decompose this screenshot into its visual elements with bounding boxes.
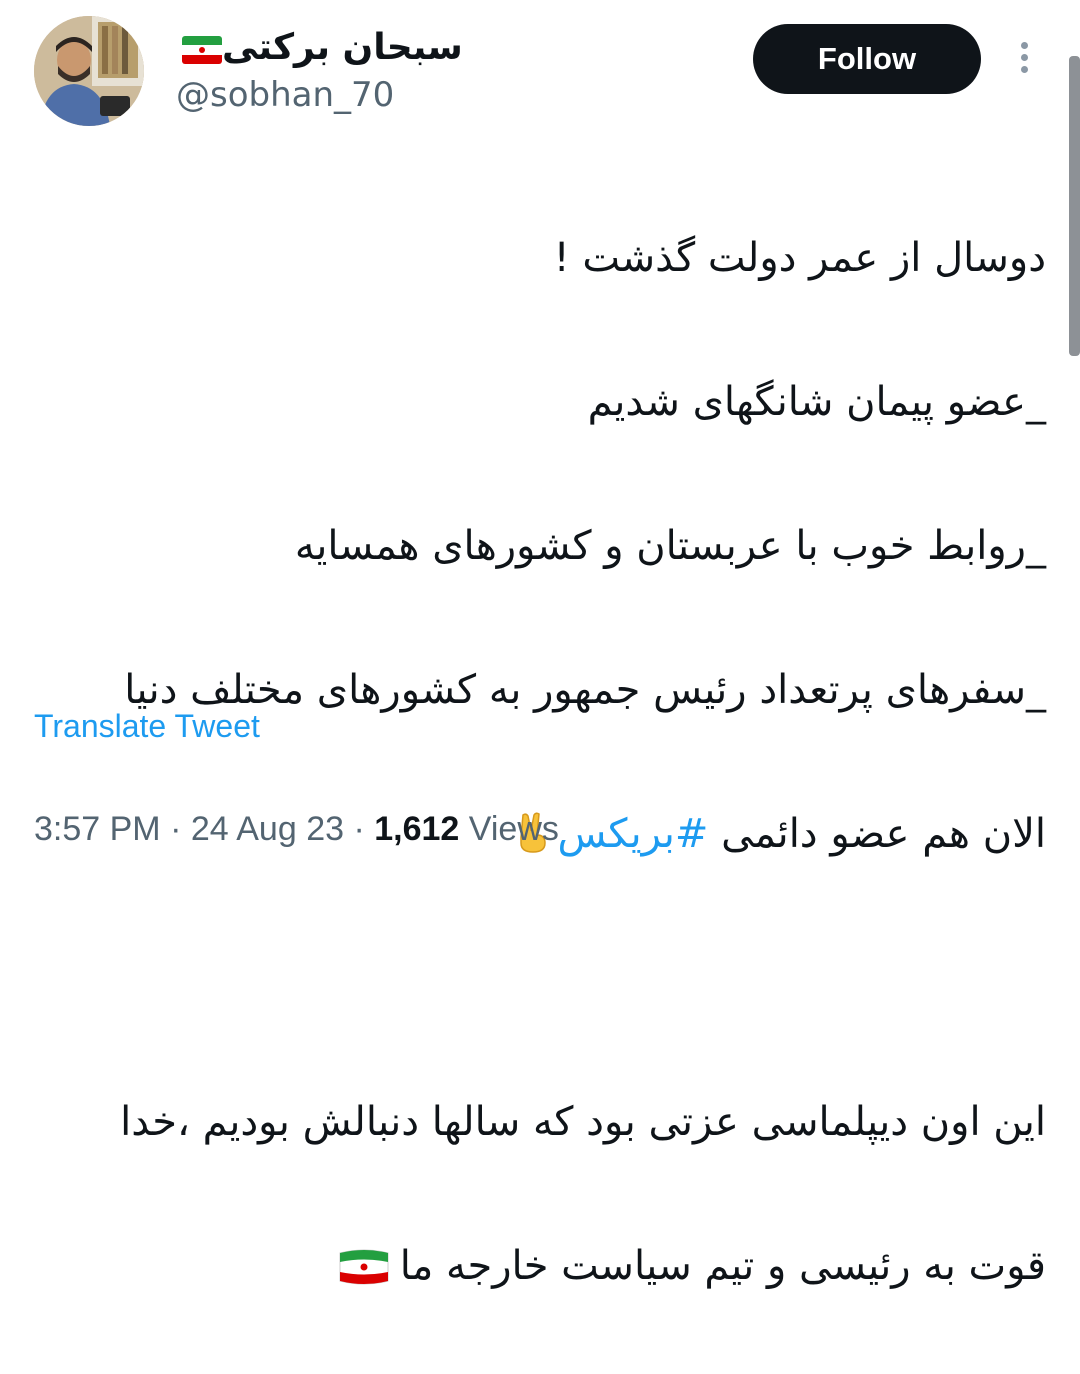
iran-flag-icon — [182, 31, 222, 75]
views-count: 1,612 — [374, 810, 460, 848]
tweet-line: قوت به رئیسی و تیم سیاست خارجه ما — [34, 1230, 1046, 1302]
empty-line — [34, 942, 1046, 1014]
views-label: Views — [468, 810, 559, 848]
tweet-line-text: قوت به رئیسی و تیم سیاست خارجه ما — [399, 1243, 1046, 1289]
user-handle[interactable]: @sobhan_70 — [176, 74, 394, 116]
meta-separator: · — [170, 810, 182, 848]
avatar[interactable] — [34, 16, 144, 126]
display-name-text: سبحان برکتی — [222, 27, 463, 68]
tweet-meta: 3:57 PM · 24 Aug 23 · 1,612 Views — [34, 806, 559, 852]
scrollbar[interactable] — [1069, 56, 1080, 356]
follow-button[interactable]: Follow — [753, 24, 981, 94]
tweet-time[interactable]: 3:57 PM — [34, 810, 161, 848]
tweet-line: _عضو پیمان شانگهای شدیم — [587, 379, 1046, 425]
translate-tweet-link[interactable]: Translate Tweet — [34, 706, 260, 746]
iran-flag-icon — [338, 1238, 390, 1310]
tweet-date[interactable]: 24 Aug 23 — [191, 810, 344, 848]
tweet-line: _روابط خوب با عربستان و کشورهای همسایه — [294, 523, 1046, 569]
profile-photo — [34, 16, 144, 126]
tweet-line: دوسال از عمر دولت گذشت ! — [553, 235, 1046, 281]
tweet-text: دوسال از عمر دولت گذشت ! _عضو پیمان شانگ… — [34, 150, 1046, 1374]
tweet-line: این اون دیپلماسی عزتی بود که سالها دنبال… — [120, 1099, 1046, 1145]
display-name[interactable]: سبحان برکتی — [176, 26, 463, 75]
tweet-line-text: الان هم عضو دائمی — [708, 811, 1046, 857]
more-vertical-icon[interactable] — [1016, 42, 1032, 78]
hashtag-link[interactable]: #بریکس — [557, 811, 708, 857]
meta-separator: · — [353, 810, 365, 848]
